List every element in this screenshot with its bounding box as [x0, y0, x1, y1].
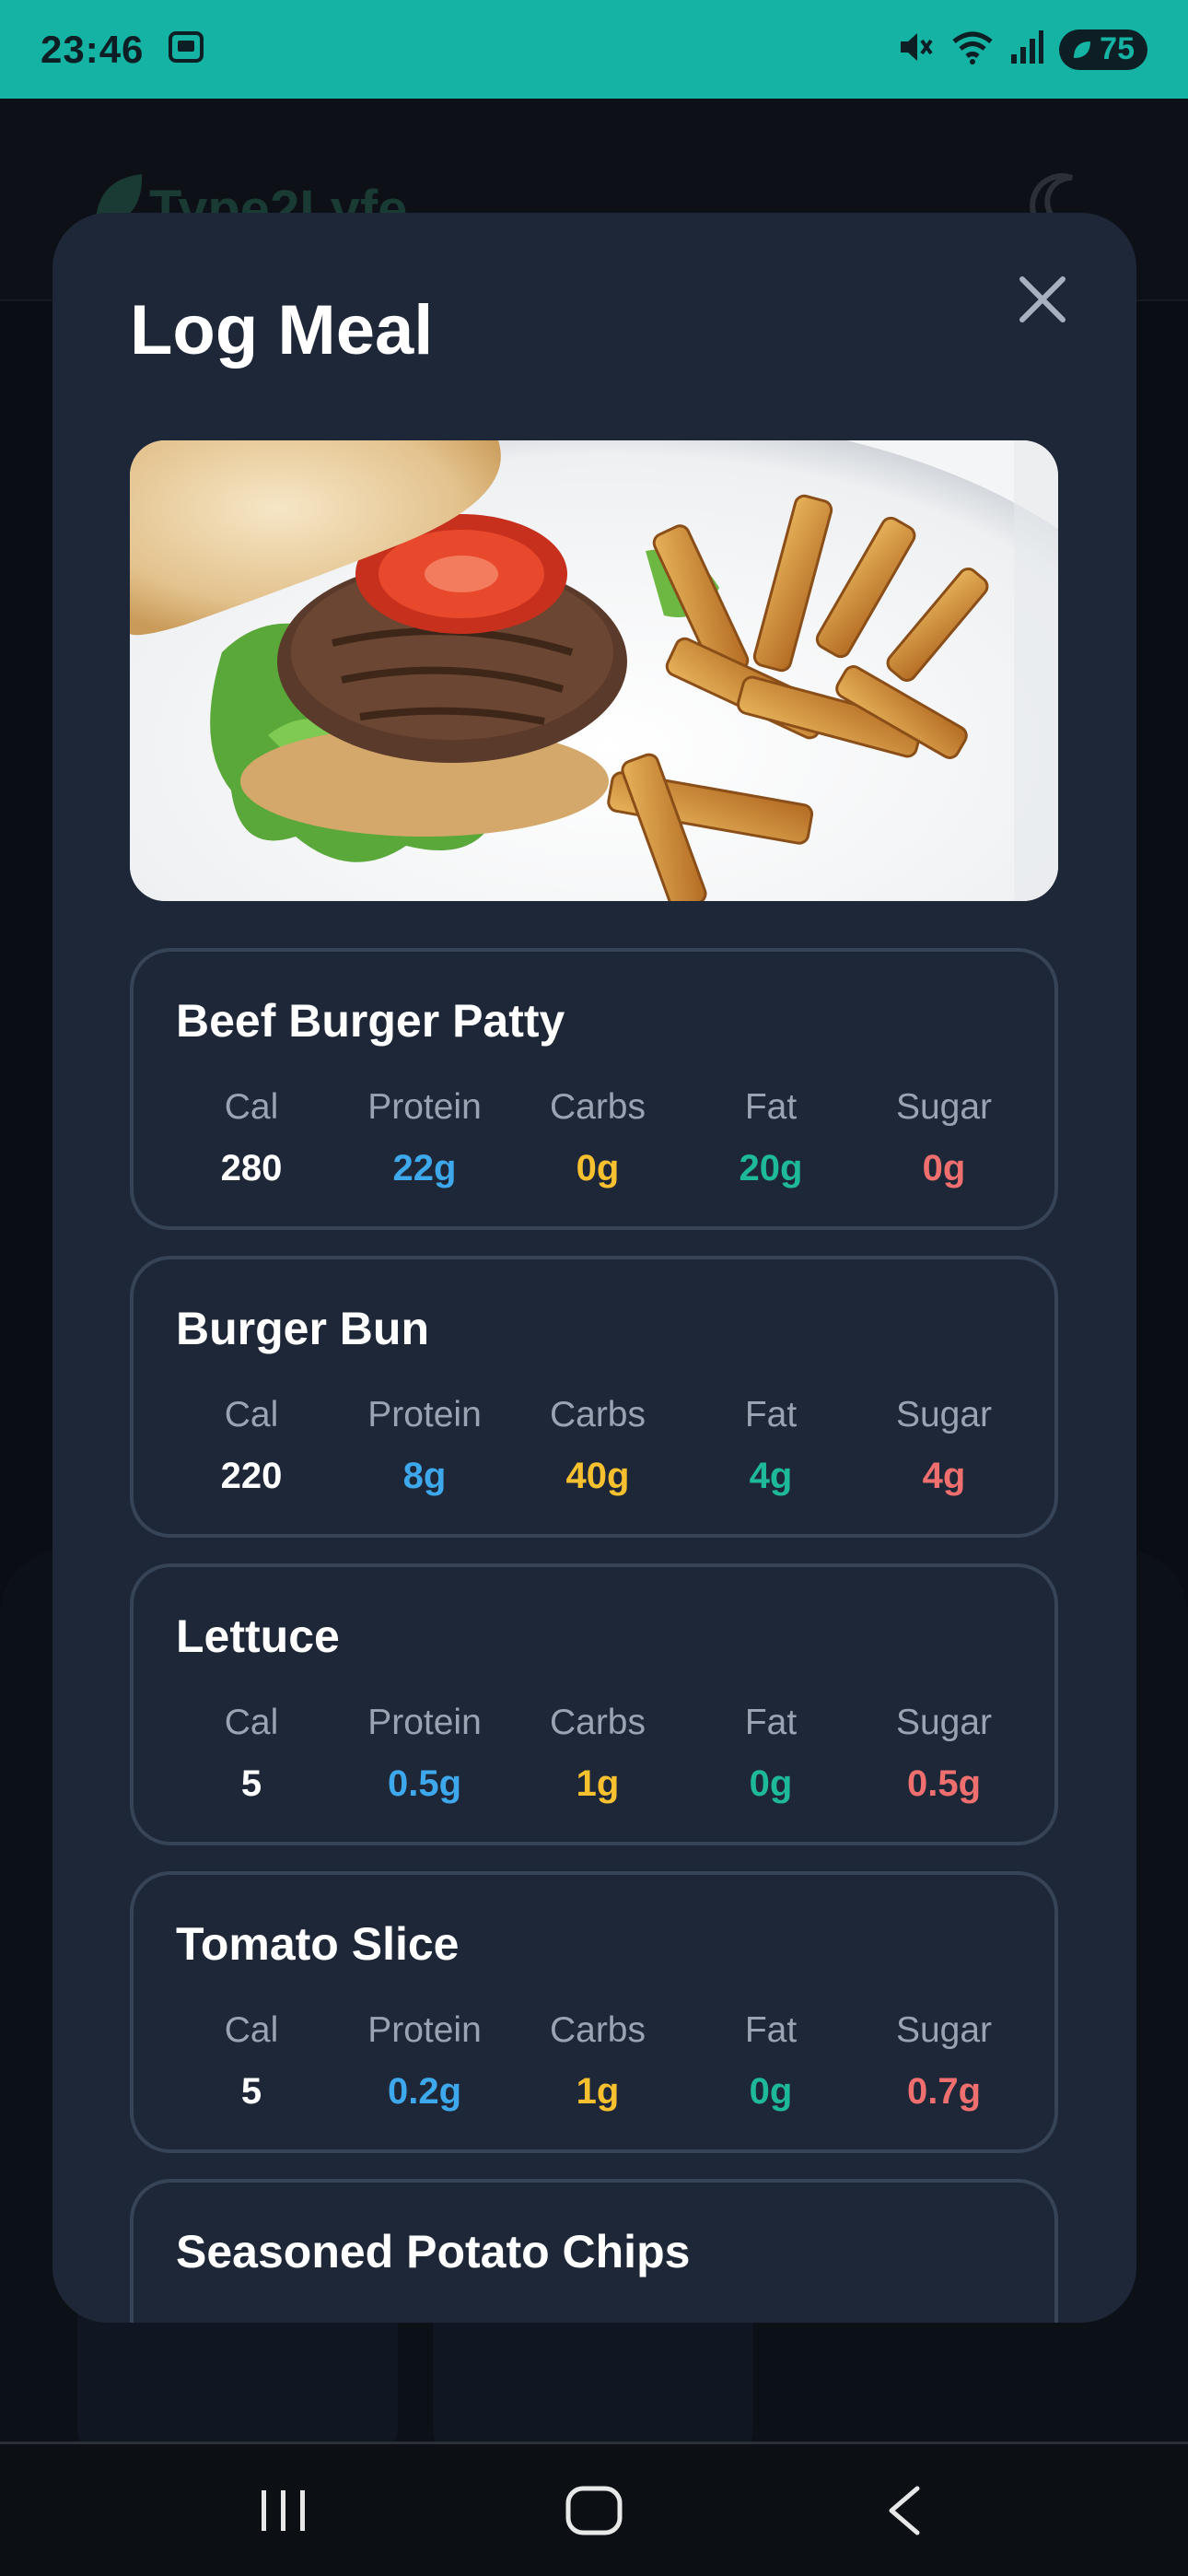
battery-level: 75: [1100, 31, 1135, 66]
protein-label: Protein: [338, 2315, 511, 2323]
carbs-label: Carbs: [549, 1703, 646, 1742]
status-time: 23:46: [41, 27, 145, 71]
recents-icon[interactable]: [228, 2465, 339, 2557]
protein-value: 22g: [392, 1148, 457, 1188]
cal-value: 280: [220, 1148, 283, 1188]
home-icon[interactable]: [539, 2465, 649, 2557]
food-item-name: Tomato Slice: [176, 1918, 460, 1970]
sugar-value: 0g: [922, 1148, 966, 1188]
food-item-name: Seasoned Potato Chips: [176, 2226, 691, 2277]
close-icon[interactable]: [1009, 266, 1076, 333]
signal-icon: [1009, 29, 1044, 70]
cal-value: 220: [220, 1456, 283, 1496]
carbs-value: 0g: [576, 1148, 620, 1188]
mute-icon: [897, 29, 936, 70]
cal-label: Cal: [165, 2315, 338, 2323]
protein-label: Protein: [367, 1395, 482, 1434]
nutrition-row: Cal Protein Carbs Fat Sugar: [134, 2315, 1054, 2323]
cal-value: 5: [240, 2071, 262, 2112]
sugar-label: Sugar: [895, 1395, 993, 1434]
status-bar: 23:46 75: [0, 0, 1188, 99]
food-item-name: Beef Burger Patty: [176, 995, 565, 1047]
carbs-value: 1g: [576, 2071, 620, 2112]
sugar-value: 4g: [922, 1456, 966, 1496]
sugar-value: 0.5g: [906, 1763, 982, 1804]
cal-label: Cal: [224, 2010, 279, 2050]
cal-label: Cal: [224, 1703, 279, 1742]
fat-value: 0g: [749, 2071, 793, 2112]
fat-label: Fat: [744, 1395, 798, 1434]
protein-value: 0.5g: [387, 1763, 462, 1804]
log-meal-modal: Log Meal Beef Burger Patty Cal 280 Prote…: [52, 213, 1136, 2323]
nutrition-row: Cal 5 Protein 0.2g Carbs 1g Fat 0g Sugar 0.7g: [134, 2008, 1054, 2118]
carbs-value: 40g: [565, 1456, 630, 1496]
carbs-label: Carbs: [549, 2010, 646, 2050]
meal-photo: [130, 440, 1058, 901]
system-nav-bar: [0, 2441, 1188, 2576]
nutrition-row: Cal 220 Protein 8g Carbs 40g Fat 4g Sugar 4g: [134, 1392, 1054, 1503]
wifi-icon: [950, 29, 995, 70]
carbs-label: Carbs: [549, 1395, 646, 1434]
fat-label: Fat: [684, 2315, 857, 2323]
modal-title: Log Meal: [130, 291, 434, 369]
food-items-list: Beef Burger Patty Cal 280 Protein 22g Carb…: [130, 948, 1058, 2323]
fat-label: Fat: [744, 1087, 798, 1127]
nutrition-row: Cal 5 Protein 0.5g Carbs 1g Fat 0g Sugar 0.5g: [134, 1700, 1054, 1810]
sugar-value: 0.7g: [906, 2071, 982, 2112]
food-item-name: Lettuce: [176, 1610, 340, 1662]
sugar-label: Sugar: [895, 1703, 993, 1742]
food-item-card[interactable]: Seasoned Potato Chips Cal Protein Carbs …: [130, 2179, 1058, 2323]
food-item-card[interactable]: Tomato Slice Cal 5 Protein 0.2g Carbs 1g Fa…: [130, 1871, 1058, 2153]
protein-label: Protein: [367, 1703, 482, 1742]
carbs-label: Carbs: [511, 2315, 684, 2323]
fat-value: 4g: [749, 1456, 793, 1496]
protein-label: Protein: [367, 2010, 482, 2050]
battery-icon: 75: [1059, 29, 1147, 70]
cal-value: 5: [240, 1763, 262, 1804]
fat-label: Fat: [744, 2010, 798, 2050]
sugar-label: Sugar: [895, 2010, 993, 2050]
sugar-label: Sugar: [895, 1087, 993, 1127]
cal-label: Cal: [224, 1395, 279, 1434]
protein-value: 0.2g: [387, 2071, 462, 2112]
nutrition-row: Cal 280 Protein 22g Carbs 0g Fat 20g Sugar 0g: [134, 1084, 1054, 1195]
protein-label: Protein: [367, 1087, 482, 1127]
cal-label: Cal: [224, 1087, 279, 1127]
fat-value: 20g: [739, 1148, 803, 1188]
back-icon[interactable]: [849, 2465, 960, 2557]
protein-value: 8g: [402, 1456, 447, 1496]
carbs-value: 1g: [576, 1763, 620, 1804]
food-item-card[interactable]: Lettuce Cal 5 Protein 0.5g Carbs 1g Fat 0g S…: [130, 1563, 1058, 1845]
carbs-label: Carbs: [549, 1087, 646, 1127]
food-item-name: Burger Bun: [176, 1303, 429, 1354]
fat-label: Fat: [744, 1703, 798, 1742]
food-item-card[interactable]: Beef Burger Patty Cal 280 Protein 22g Carb…: [130, 948, 1058, 1230]
food-item-card[interactable]: Burger Bun Cal 220 Protein 8g Carbs 40g Fat…: [130, 1256, 1058, 1538]
fat-value: 0g: [749, 1763, 793, 1804]
sugar-label: Sugar: [857, 2315, 1031, 2323]
screenshot-icon: [168, 30, 204, 68]
